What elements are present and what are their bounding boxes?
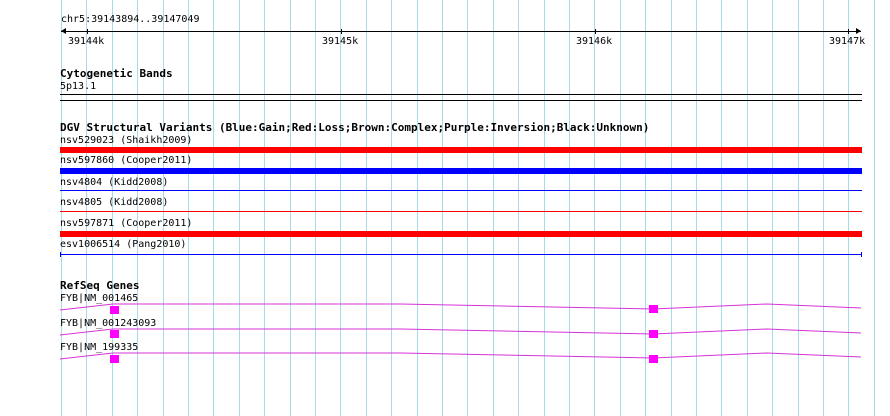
gene-exon (110, 306, 119, 314)
ruler-tick (848, 29, 849, 34)
gene-exon (649, 330, 658, 338)
gene-intron-line (59, 328, 862, 336)
ruler-tick (341, 29, 342, 34)
variant-bracket-left (60, 252, 61, 257)
genome-browser-view: chr5:39143894..39147049 39144k 39145k 39… (0, 0, 890, 416)
ruler-tick-label: 39146k (576, 36, 613, 47)
gene-exon (649, 355, 658, 363)
variant-label[interactable]: nsv4805 (Kidd2008) (60, 197, 168, 209)
variant-bar-gain[interactable] (60, 190, 862, 191)
ruler-tick (87, 29, 88, 34)
gene-exon (649, 305, 658, 313)
cytoband-label: 5p13.1 (60, 81, 97, 92)
gene-exon (110, 355, 119, 363)
cytoband-outline-bottom (60, 100, 862, 101)
ruler-range-label: chr5:39143894..39147049 (61, 14, 200, 25)
variant-bracket-right (861, 252, 862, 257)
variant-bar-gain[interactable] (60, 168, 862, 174)
refseq-track-title[interactable]: RefSeq Genes (60, 280, 139, 292)
variant-label[interactable]: nsv597860 (Cooper2011) (60, 155, 192, 167)
ruler-tick-label: 39144k (68, 36, 105, 47)
variant-bar-loss[interactable] (60, 147, 862, 153)
variant-label[interactable]: nsv529023 (Shaikh2009) (60, 135, 192, 147)
variant-bar-loss[interactable] (60, 231, 862, 237)
ruler-axis-line (61, 31, 861, 32)
cytoband-track-title[interactable]: Cytogenetic Bands (60, 68, 173, 80)
variant-label[interactable]: nsv4804 (Kidd2008) (60, 177, 168, 189)
ruler-left-arrow-icon (61, 28, 66, 34)
gene-model[interactable] (0, 347, 890, 369)
ruler-tick (595, 29, 596, 34)
dgv-track-title[interactable]: DGV Structural Variants (Blue:Gain;Red:L… (60, 122, 649, 134)
gene-model[interactable] (0, 298, 890, 320)
cytoband-outline-top[interactable] (60, 94, 862, 95)
gene-exon (110, 330, 119, 338)
ruler-right-arrow-icon (856, 28, 861, 34)
ruler-tick-label: 39147k (829, 36, 866, 47)
variant-bar-loss[interactable] (60, 211, 862, 212)
gene-intron-line (59, 303, 862, 311)
ruler-tick-label: 39145k (322, 36, 359, 47)
variant-bar-gain[interactable] (60, 254, 862, 255)
variant-label[interactable]: nsv597871 (Cooper2011) (60, 218, 192, 230)
gene-intron-line (59, 352, 862, 360)
variant-label[interactable]: esv1006514 (Pang2010) (60, 239, 186, 251)
